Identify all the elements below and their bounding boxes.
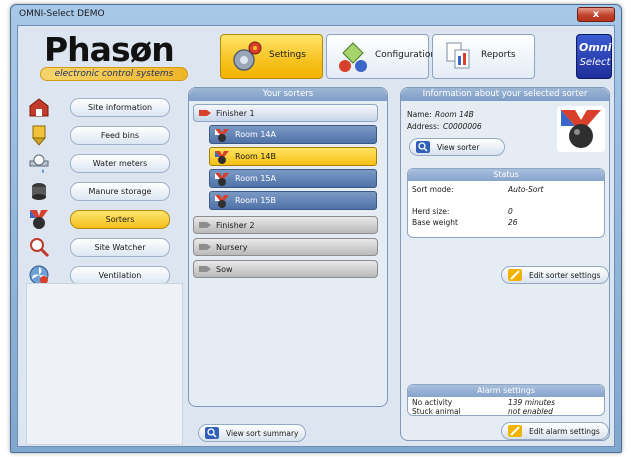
close-button[interactable]: x xyxy=(577,7,615,22)
sidebar-item-site-watcher[interactable]: Site Watcher xyxy=(26,236,178,260)
room-item-15a[interactable]: Room 15A xyxy=(209,169,377,188)
stuck-animal-label: Stuck animal xyxy=(412,407,461,416)
group-label: Finisher 2 xyxy=(216,221,255,230)
barn-icon xyxy=(29,98,49,117)
view-sorter-label: View sorter xyxy=(437,143,480,152)
expand-arrow-icon xyxy=(199,110,211,116)
herd-size-value: 0 xyxy=(508,207,513,216)
collapsed-arrow-icon xyxy=(199,244,211,250)
sidebar-item-label: Feed bins xyxy=(70,126,170,145)
tab-configuration[interactable]: Configuration xyxy=(326,34,436,79)
sort-mode-label: Sort mode: xyxy=(412,185,454,194)
pencil-icon xyxy=(508,269,522,281)
room-label: Room 15B xyxy=(235,196,276,205)
feed-bin-icon xyxy=(31,125,47,146)
info-panel-title: Information about your selected sorter xyxy=(401,88,609,101)
sorters-panel-title: Your sorters xyxy=(189,88,387,101)
group-label: Finisher 1 xyxy=(216,109,255,118)
sidebar-item-site-information[interactable]: Site information xyxy=(26,96,178,120)
room-label: Room 14A xyxy=(235,130,276,139)
address-label: Address: xyxy=(407,122,440,131)
water-meter-icon xyxy=(29,154,49,173)
info-panel: Information about your selected sorter N… xyxy=(400,87,610,441)
view-sort-summary-label: View sort summary xyxy=(226,429,299,438)
phason-logo: Phasøn electronic control systems xyxy=(40,30,190,84)
room-label: Room 14B xyxy=(235,152,276,161)
pencil-icon xyxy=(508,425,522,437)
sorter-icon xyxy=(215,173,229,186)
group-label: Sow xyxy=(216,265,233,274)
alarm-panel: Alarm settings No activity 139 minutes S… xyxy=(407,384,605,416)
status-panel: Status Sort mode: Auto-Sort Herd size: 0… xyxy=(407,168,605,238)
room-item-15b[interactable]: Room 15B xyxy=(209,191,377,210)
group-label: Nursery xyxy=(216,243,248,252)
reports-icon xyxy=(446,42,470,69)
edit-sorter-settings-button[interactable]: Edit sorter settings xyxy=(501,266,609,284)
sorter-icon xyxy=(215,151,229,164)
edit-alarm-settings-label: Edit alarm settings xyxy=(529,427,600,436)
logo-tagline: electronic control systems xyxy=(40,67,188,81)
name-value: Room 14B xyxy=(435,110,474,119)
no-activity-label: No activity xyxy=(412,398,453,407)
tab-configuration-label: Configuration xyxy=(375,50,437,60)
sidebar-item-label: Site information xyxy=(70,98,170,117)
sidebar-item-label: Manure storage xyxy=(70,182,170,201)
herd-size-label: Herd size: xyxy=(412,207,450,216)
group-finisher-1[interactable]: Finisher 1 xyxy=(193,104,378,122)
manure-storage-icon xyxy=(32,183,46,200)
window-title: OMNI-Select DEMO xyxy=(19,9,105,19)
sidebar-item-label: Sorters xyxy=(70,210,170,229)
no-activity-value: 139 minutes xyxy=(508,398,556,407)
sidebar-item-manure-storage[interactable]: Manure storage xyxy=(26,180,178,204)
sidebar-item-label: Site Watcher xyxy=(70,238,170,257)
alarm-title: Alarm settings xyxy=(408,385,604,397)
sidebar-lower-area xyxy=(26,283,183,445)
room-item-14b[interactable]: Room 14B xyxy=(209,147,377,166)
edit-alarm-settings-button[interactable]: Edit alarm settings xyxy=(501,422,609,440)
group-nursery[interactable]: Nursery xyxy=(193,238,378,256)
omni-select-logo: Omni Select xyxy=(576,34,612,79)
view-sorter-button[interactable]: View sorter xyxy=(409,138,505,156)
tab-settings[interactable]: Settings xyxy=(220,34,323,79)
logo-wordmark: Phasøn xyxy=(44,30,175,69)
address-value: C0000006 xyxy=(443,122,482,131)
status-title: Status xyxy=(408,169,604,181)
group-finisher-2[interactable]: Finisher 2 xyxy=(193,216,378,234)
group-sow[interactable]: Sow xyxy=(193,260,378,278)
tab-reports-label: Reports xyxy=(481,50,516,60)
base-weight-value: 26 xyxy=(508,218,518,227)
sort-mode-value: Auto-Sort xyxy=(508,185,544,194)
tab-settings-label: Settings xyxy=(269,50,306,60)
title-bar: OMNI-Select DEMO x xyxy=(11,5,621,25)
tab-reports[interactable]: Reports xyxy=(432,34,535,79)
base-weight-label: Base weight xyxy=(412,218,458,227)
sorter-icon xyxy=(30,210,48,229)
name-label: Name: xyxy=(407,110,432,119)
client-area: Phasøn electronic control systems Settin… xyxy=(17,25,615,447)
collapsed-arrow-icon xyxy=(199,266,211,272)
stuck-animal-value: not enabled xyxy=(508,407,553,416)
omni-logo-line2: Select xyxy=(579,57,611,68)
edit-sorter-settings-label: Edit sorter settings xyxy=(529,271,601,280)
sorter-icon xyxy=(557,106,605,152)
sorter-icon xyxy=(215,129,229,142)
omni-logo-line1: Omni xyxy=(579,41,612,54)
sidebar-item-label: Water meters xyxy=(70,154,170,173)
sorters-panel: Your sorters Finisher 1 Room 14A Room 14… xyxy=(188,87,388,407)
site-watcher-icon xyxy=(30,238,50,258)
gears-icon xyxy=(233,41,262,71)
view-sort-summary-button[interactable]: View sort summary xyxy=(198,424,306,442)
sidebar-item-water-meters[interactable]: Water meters xyxy=(26,152,178,176)
room-item-14a[interactable]: Room 14A xyxy=(209,125,377,144)
sidebar-item-feed-bins[interactable]: Feed bins xyxy=(26,124,178,148)
search-icon xyxy=(205,427,219,439)
room-label: Room 15A xyxy=(235,174,276,183)
app-window: OMNI-Select DEMO x Phasøn electronic con… xyxy=(10,4,622,453)
configuration-icon xyxy=(339,42,367,72)
collapsed-arrow-icon xyxy=(199,222,211,228)
search-icon xyxy=(416,141,430,153)
sidebar-item-sorters[interactable]: Sorters xyxy=(26,208,178,232)
sorter-icon xyxy=(215,195,229,208)
